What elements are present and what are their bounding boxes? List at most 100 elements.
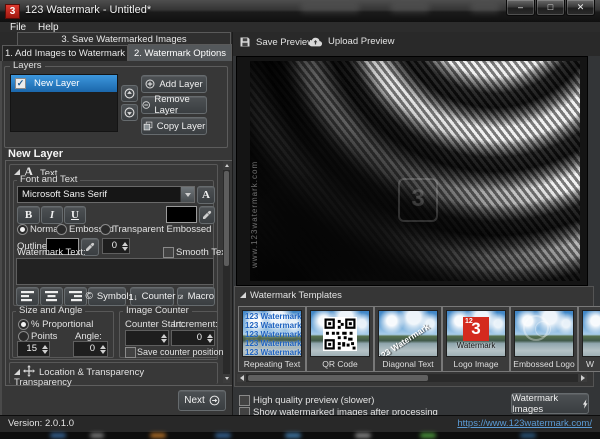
maximize-button[interactable]: □ xyxy=(536,0,565,16)
macro-pencil-icon xyxy=(178,291,184,302)
spin-up-icon[interactable] xyxy=(42,345,48,349)
spin-down-icon[interactable] xyxy=(122,247,128,251)
template-label: Embossed Logo xyxy=(511,359,577,369)
tab-strip: 3. Save Watermarked Images 1. Add Images… xyxy=(0,32,232,61)
font-color-swatch[interactable] xyxy=(166,206,197,223)
settings-scrollbar[interactable] xyxy=(223,161,230,383)
template-embossed-logo[interactable]: Embossed Logo xyxy=(510,306,578,372)
align-center-button[interactable] xyxy=(40,287,63,306)
repeat-line: 123 Watermark xyxy=(245,321,302,330)
counter-button[interactable]: 1↓ Counter xyxy=(130,287,174,306)
templates-header[interactable]: Watermark Templates xyxy=(250,290,342,301)
spin-up-icon[interactable] xyxy=(122,242,128,246)
outline-size-spinner[interactable]: 0 xyxy=(102,238,130,254)
bold-button[interactable]: B xyxy=(17,206,40,224)
spin-down-icon[interactable] xyxy=(161,339,167,343)
save-counter-checkbox[interactable] xyxy=(125,347,136,358)
save-preview-button[interactable]: Save Preview xyxy=(239,36,314,48)
spin-up-icon[interactable] xyxy=(100,345,106,349)
layer-move-down-button[interactable] xyxy=(121,104,138,121)
watermark-text-input[interactable] xyxy=(16,258,214,285)
next-label: Next xyxy=(184,395,205,406)
embossed-circle xyxy=(535,321,551,337)
mode-transparent-label[interactable]: Transparent Embossed xyxy=(113,224,211,235)
eyedropper-icon xyxy=(202,210,212,220)
template-qr-code[interactable]: QR Code xyxy=(306,306,374,372)
macro-label: Macro xyxy=(188,291,214,302)
template-clipped[interactable]: W xyxy=(578,306,600,372)
scroll-down-arrow[interactable] xyxy=(223,374,230,383)
smooth-text-checkbox[interactable] xyxy=(163,247,174,258)
layer-checkbox[interactable]: ✓ xyxy=(15,78,26,89)
scroll-right-arrow[interactable] xyxy=(578,374,587,382)
font-picker-button[interactable]: A xyxy=(197,186,215,204)
underline-button[interactable]: U xyxy=(64,206,86,224)
increment-label: Increment: xyxy=(173,319,218,330)
scroll-left-arrow[interactable] xyxy=(237,374,246,382)
upload-preview-button[interactable]: Upload Preview xyxy=(308,36,395,47)
copy-icon xyxy=(143,121,153,131)
scrollbar-thumb[interactable] xyxy=(248,375,428,381)
transparency-label: Transparency xyxy=(14,377,72,388)
spin-down-icon[interactable] xyxy=(42,350,48,354)
scroll-up-arrow[interactable] xyxy=(223,161,230,170)
counter-start-spinner[interactable] xyxy=(125,330,169,346)
mode-transparent-radio[interactable] xyxy=(100,224,111,235)
proportional-radio[interactable] xyxy=(18,319,29,330)
align-left-button[interactable] xyxy=(16,287,39,306)
repeat-line: 123 Watermark xyxy=(245,312,302,321)
high-quality-label[interactable]: High quality preview (slower) xyxy=(253,395,374,406)
save-counter-label[interactable]: Save counter position xyxy=(137,347,224,358)
spin-up-icon[interactable] xyxy=(207,334,213,338)
template-logo-image[interactable]: 3 12 Watermark Logo Image xyxy=(442,306,510,372)
website-link[interactable]: https://www.123watermark.com/ xyxy=(457,418,592,429)
minimize-button[interactable]: – xyxy=(506,0,535,16)
font-color-eyedropper-button[interactable] xyxy=(199,206,215,224)
mode-normal-radio[interactable] xyxy=(17,224,28,235)
angle-spinner[interactable]: 0 xyxy=(73,341,108,357)
templates-scrollbar[interactable] xyxy=(237,374,587,382)
taskbar-icon xyxy=(520,433,536,438)
italic-button[interactable]: I xyxy=(41,206,63,224)
collapse-triangle-icon[interactable] xyxy=(14,369,20,375)
increment-spinner[interactable]: 0 xyxy=(171,330,215,346)
save-preview-label: Save Preview xyxy=(256,37,314,48)
remove-layer-button[interactable]: Remove Layer xyxy=(141,96,207,114)
collapse-triangle-icon[interactable] xyxy=(240,292,246,298)
align-right-button[interactable] xyxy=(64,287,87,306)
template-repeating-text[interactable]: 123 Watermark 123 Watermark 123 Watermar… xyxy=(238,306,306,372)
scrollbar-thumb[interactable] xyxy=(224,171,229,266)
template-diagonal-text[interactable]: 123 Watermark Diagonal Text xyxy=(374,306,442,372)
glass-reflection xyxy=(470,3,500,13)
macro-button[interactable]: Macro xyxy=(177,287,215,306)
close-button[interactable]: ✕ xyxy=(566,0,595,16)
copy-layer-button[interactable]: Copy Layer xyxy=(141,117,207,135)
spin-down-icon[interactable] xyxy=(207,339,213,343)
angle-value: 0 xyxy=(74,342,98,356)
spin-up-icon[interactable] xyxy=(161,334,167,338)
template-thumbnail: 123 Watermark xyxy=(378,310,438,357)
arrow-right-circle-icon xyxy=(209,395,220,406)
size-spinner[interactable]: 15 xyxy=(17,341,50,357)
spin-down-icon[interactable] xyxy=(100,350,106,354)
taskbar-icon xyxy=(150,433,166,438)
watermark-text-label: Watermark Text: xyxy=(17,247,86,258)
add-layer-button[interactable]: Add Layer xyxy=(141,75,207,93)
mode-embossed-radio[interactable] xyxy=(56,224,67,235)
proportional-label[interactable]: % Proportional xyxy=(31,319,93,330)
template-label: Logo Image xyxy=(443,359,509,369)
eyedropper-icon xyxy=(85,242,95,252)
tab-watermark-options[interactable]: 2. Watermark Options xyxy=(128,44,232,62)
symbol-label: Symbol xyxy=(97,291,129,302)
layer-move-up-button[interactable] xyxy=(121,85,138,102)
next-button[interactable]: Next xyxy=(178,390,226,411)
preview-image[interactable] xyxy=(250,61,580,281)
preview-watermark-logo[interactable]: 3 xyxy=(398,178,438,222)
high-quality-checkbox[interactable] xyxy=(239,395,250,406)
smooth-text-label[interactable]: Smooth Text xyxy=(176,247,229,258)
symbol-button[interactable]: © Symbol xyxy=(88,287,126,306)
layer-list-item[interactable]: ✓ New Layer xyxy=(11,75,117,92)
font-dropdown[interactable]: Microsoft Sans Serif xyxy=(17,186,195,203)
font-dropdown-arrow[interactable] xyxy=(180,187,194,202)
watermark-images-button[interactable]: Watermark Images xyxy=(511,393,589,414)
